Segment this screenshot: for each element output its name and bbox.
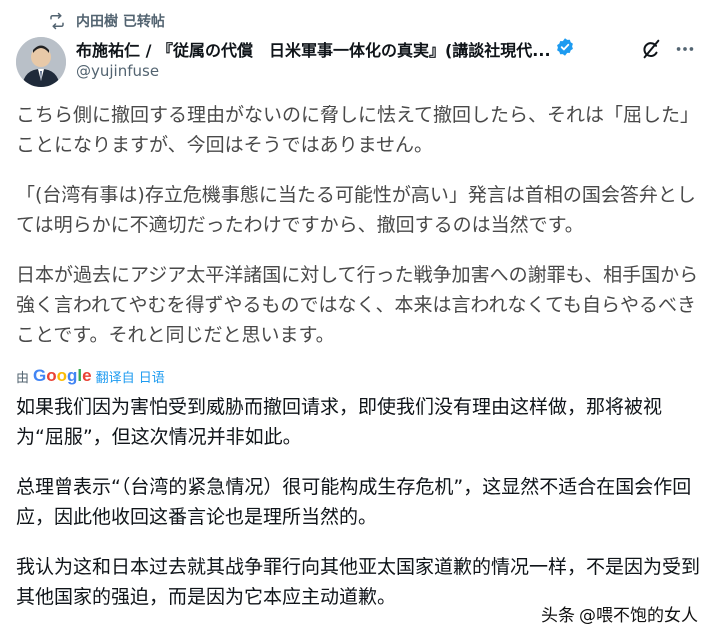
translation-by-label: 由: [16, 370, 30, 386]
translated-from-link[interactable]: 翻译自 日语: [96, 367, 165, 386]
original-post-text: こちら側に撤回する理由がないのに脅しに怯えて撤回したら、それは「屈した」ことにな…: [16, 100, 706, 350]
original-paragraph: こちら側に撤回する理由がないのに脅しに怯えて撤回したら、それは「屈した」ことにな…: [16, 104, 700, 156]
verified-badge-icon: [555, 37, 575, 61]
grok-icon[interactable]: [640, 38, 662, 60]
author-handle[interactable]: @yujinfuse: [76, 62, 159, 80]
original-paragraph: 日本が過去にアジア太平洋諸国に対して行った戦争加害への謝罪も、相手国から強く言わ…: [16, 264, 699, 346]
watermark-account: @喂不饱的女人: [579, 606, 698, 626]
author-row: 布施祐仁 / 『従属の代償 日米軍事一体化の真実』(講談社現代...: [76, 37, 596, 61]
google-logo: Google: [33, 366, 92, 385]
translation-attribution: 由 Google 翻译自 日语: [16, 365, 165, 387]
more-options-icon[interactable]: [674, 38, 696, 60]
original-paragraph: 「(台湾有事は)存立危機事態に当たる可能性が高い」発言は首相の国会答弁としては明…: [16, 184, 696, 236]
translated-paragraph: 如果我们因为害怕受到威胁而撤回请求，即使我们没有理由这样做，那将被视为“屈服”，…: [16, 396, 663, 448]
avatar[interactable]: [16, 37, 66, 87]
repost-header: 内田樹 已转帖: [48, 11, 165, 31]
repost-icon: [48, 12, 66, 30]
translated-post-text: 如果我们因为害怕受到威胁而撤回请求，即使我们没有理由这样做，那将被视为“屈服”，…: [16, 392, 706, 612]
translated-paragraph: 总理曾表示“（台湾的紧急情况）很可能构成生存危机”，这显然不适合在国会作回应，因…: [16, 476, 692, 528]
watermark-prefix: 头条: [541, 606, 575, 626]
watermark: 头条 @喂不饱的女人: [539, 601, 700, 626]
repost-label[interactable]: 内田樹 已转帖: [76, 11, 165, 31]
author-name[interactable]: 布施祐仁 / 『従属の代償 日米軍事一体化の真実』(講談社現代...: [76, 37, 551, 61]
